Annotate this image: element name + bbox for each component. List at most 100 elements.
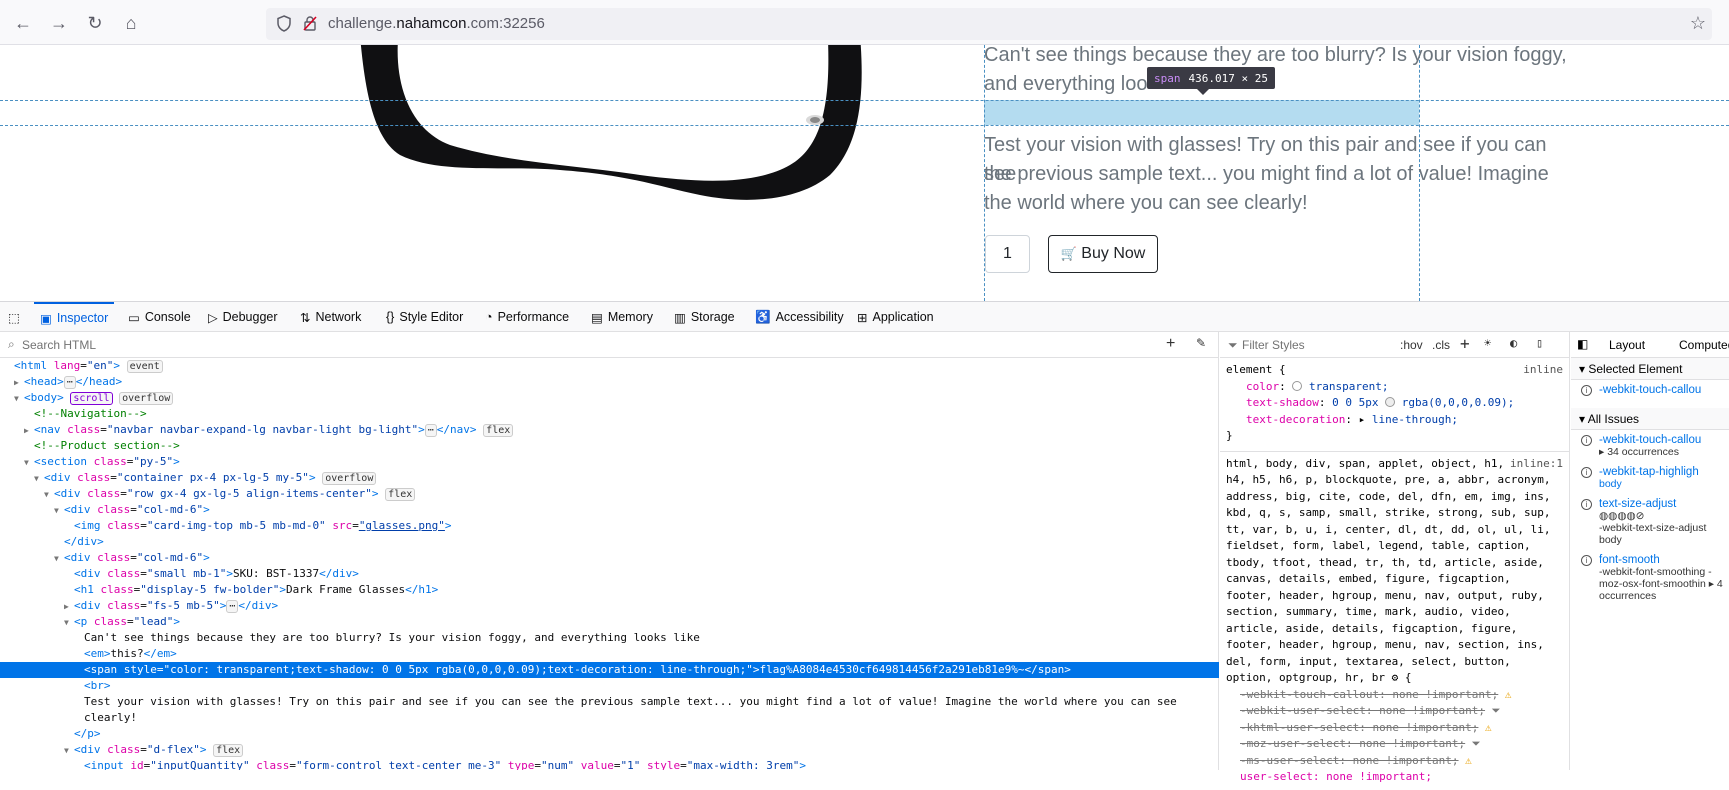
struck-decl-1[interactable]: -webkit-touch-callout: none !important; … — [1226, 687, 1563, 704]
para2-line-3: the world where you can see clearly! — [984, 192, 1308, 214]
url-bar[interactable]: challenge.nahamcon.com:32256 ☆ — [266, 8, 1712, 40]
tab-layout[interactable]: Layout — [1609, 338, 1645, 352]
color-swatch[interactable] — [1292, 380, 1303, 391]
element-picker-icon[interactable]: ⬚ — [8, 302, 20, 332]
reset-rule-selector: html, body, div, span, applet, object, h… — [1226, 456, 1558, 685]
filter-styles-input[interactable]: Filter Styles — [1242, 338, 1305, 352]
html-tree: <html lang="en"> event ▶ <head> ⋯ </head> ▼ <b… — [0, 358, 1219, 770]
tree-row[interactable]: ▼ <div class="container px-4 px-lg-5 my-5… — [0, 470, 1219, 486]
element-selector: element { — [1226, 363, 1286, 376]
glasses-image — [360, 45, 862, 200]
tree-row[interactable]: ▶ <head> ⋯ </head> — [0, 374, 1219, 390]
reset-rule-source[interactable]: inline:1 — [1510, 455, 1563, 472]
tree-row[interactable]: ▼ <section class="py-5"> — [0, 454, 1219, 470]
tree-row[interactable]: <!--Product section--> — [0, 438, 1219, 454]
shield-icon[interactable] — [276, 15, 292, 32]
decl-color[interactable]: color: transparent; — [1226, 379, 1563, 396]
url-text[interactable]: challenge.nahamcon.com:32256 — [328, 15, 545, 32]
issue-item[interactable]: i -webkit-tap-highligh body — [1571, 462, 1729, 494]
tree-row[interactable]: <img class="card-img-top mb-5 mb-md-0" s… — [0, 518, 1219, 534]
struck-decl-5[interactable]: -ms-user-select: none !important; ⚠ — [1226, 753, 1563, 770]
tree-row[interactable]: ▶ <div class="fs-5 mb-5"> ⋯ </div> — [0, 598, 1219, 614]
struck-decl-2[interactable]: -webkit-user-select: none !important; ⏷ — [1226, 703, 1563, 720]
selected-element-header[interactable]: ▾ Selected Element — [1571, 358, 1729, 380]
light-scheme-icon[interactable]: ☀ — [1484, 336, 1491, 350]
accessibility-icon: ♿ — [755, 309, 771, 324]
issue-item[interactable]: i font-smooth -webkit-font-smoothing -moz-… — [1571, 550, 1729, 606]
tree-row[interactable]: <!--Navigation--> — [0, 406, 1219, 422]
warning-icon: ⚠ — [1465, 753, 1472, 767]
rules-filter-bar: ⏷ Filter Styles :hov .cls + ☀ ◐ ▯ — [1220, 332, 1569, 358]
tab-network[interactable]: ⇅ Network — [300, 302, 361, 332]
tree-row[interactable]: <em>this?</em> — [0, 646, 1219, 662]
warning-icon: ⚠ — [1504, 687, 1512, 701]
filter-icon: ⏷ — [1491, 704, 1501, 717]
tree-row[interactable]: ▼ <p class="lead"> — [0, 614, 1219, 630]
guide-line-top — [0, 100, 1729, 101]
hov-toggle[interactable]: :hov — [1400, 338, 1423, 352]
print-media-icon[interactable]: ▯ — [1536, 336, 1543, 350]
memory-icon: ▤ — [591, 310, 603, 325]
home-icon[interactable]: ⌂ — [118, 10, 144, 36]
eyedropper-icon[interactable]: ✎ — [1196, 336, 1206, 350]
shadow-color-swatch[interactable] — [1385, 397, 1396, 407]
tree-row[interactable]: </p> — [0, 726, 1219, 742]
buy-now-button[interactable]: 🛒 Buy Now — [1048, 235, 1158, 273]
add-rule-icon[interactable]: + — [1460, 334, 1470, 353]
decl-text-decoration[interactable]: text-decoration: ▸ line-through; — [1226, 412, 1563, 429]
tree-row[interactable]: Test your vision with glasses! Try on th… — [0, 694, 1219, 710]
toggle-panel-icon[interactable]: ◧ — [1577, 337, 1588, 351]
tab-memory[interactable]: ▤ Memory — [591, 302, 653, 332]
cart-icon: 🛒 — [1060, 246, 1077, 261]
tree-row[interactable]: ▼ <div class="col-md-6"> — [0, 550, 1219, 566]
tab-style-editor[interactable]: {} Style Editor — [386, 302, 463, 332]
debugger-icon: ▷ — [208, 310, 218, 325]
tab-application[interactable]: ⊞ Application — [857, 302, 934, 332]
decl-text-shadow[interactable]: text-shadow: 0 0 5px rgba(0,0,0,0.09); — [1226, 395, 1563, 412]
issue-item[interactable]: i -webkit-touch-callou — [1571, 380, 1729, 400]
tree-row[interactable]: ▶ <nav class="navbar navbar-expand-lg nav… — [0, 422, 1219, 438]
quantity-input[interactable]: 1 — [985, 235, 1030, 273]
filter-icon: ⏷ — [1228, 338, 1238, 352]
decl-user-select[interactable]: user-select: none !important; — [1226, 769, 1563, 786]
dark-scheme-icon[interactable]: ◐ — [1510, 336, 1517, 350]
struck-decl-3[interactable]: -khtml-user-select: none !important; ⚠ — [1226, 720, 1563, 737]
guide-line-bottom — [0, 125, 1729, 126]
span-highlight-box — [984, 100, 1419, 125]
search-html-input[interactable]: Search HTML — [22, 338, 96, 352]
all-issues-header[interactable]: ▾ All Issues — [1571, 408, 1729, 430]
bookmark-star-icon[interactable]: ☆ — [1690, 13, 1706, 34]
tab-debugger[interactable]: ▷ Debugger — [208, 302, 278, 332]
side-panel: ◧ Layout Computed ▾ Selected Element i -w… — [1571, 332, 1729, 770]
tree-row[interactable]: ▼ <div class="row gx-4 gx-lg-5 align-item… — [0, 486, 1219, 502]
markup-panel: ⌕ Search HTML + ✎ <html lang="en"> event… — [0, 332, 1219, 770]
tab-accessibility[interactable]: ♿ Accessibility — [755, 302, 844, 332]
issue-item[interactable]: i -webkit-touch-callou ▸ 34 occurrences — [1571, 430, 1729, 462]
tree-row[interactable]: ▼ <div class="d-flex"> flex — [0, 742, 1219, 758]
insecure-lock-icon[interactable] — [302, 15, 318, 32]
issue-item[interactable]: i text-size-adjust ◍◍◍◍⊘ -webkit-text-size-… — [1571, 494, 1729, 550]
tree-row[interactable]: <div class="small mb-1">SKU: BST-1337</d… — [0, 566, 1219, 582]
add-node-icon[interactable]: + — [1166, 335, 1175, 353]
reload-icon[interactable]: ↻ — [82, 10, 108, 36]
struck-decl-4[interactable]: -moz-user-select: none !important; ⏷ — [1226, 736, 1563, 753]
tree-row[interactable]: </div> — [0, 534, 1219, 550]
tree-row[interactable]: clearly! — [0, 710, 1219, 726]
tree-row[interactable]: <input id="inputQuantity" class="form-co… — [0, 758, 1219, 770]
tree-row[interactable]: <h1 class="display-5 fw-bolder">Dark Fra… — [0, 582, 1219, 598]
back-icon[interactable]: ← — [10, 10, 36, 36]
tree-row[interactable]: <br> — [0, 678, 1219, 694]
selected-node-row[interactable]: <span style="color: transparent;text-sha… — [0, 662, 1219, 678]
cls-toggle[interactable]: .cls — [1432, 338, 1450, 352]
tab-computed[interactable]: Computed — [1679, 338, 1729, 352]
tab-inspector[interactable]: ▣ Inspector — [34, 302, 115, 332]
tab-storage[interactable]: ▥ Storage — [674, 302, 735, 332]
forward-icon[interactable]: → — [46, 10, 72, 36]
tree-row[interactable]: ▼ <body> scroll overflow — [0, 390, 1219, 406]
tree-row[interactable]: Can't see things because they are too bl… — [0, 630, 1219, 646]
tab-performance[interactable]: ◔ Performance — [485, 302, 569, 332]
tree-row[interactable]: <html lang="en"> event — [0, 358, 1219, 374]
search-html-bar: ⌕ Search HTML + ✎ — [0, 332, 1219, 358]
tab-console[interactable]: ▭ Console — [128, 302, 191, 332]
tree-row[interactable]: ▼ <div class="col-md-6"> — [0, 502, 1219, 518]
